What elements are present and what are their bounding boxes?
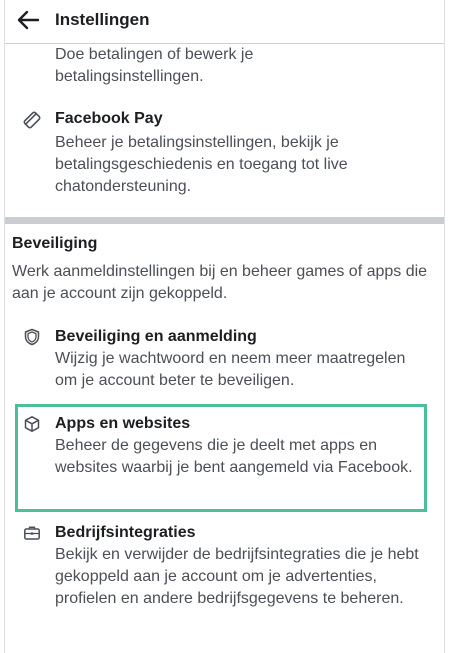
- facebook-pay-title: Facebook Pay: [55, 110, 163, 127]
- security-section-title: Beveiliging: [12, 235, 98, 252]
- security-section-description: Werk aanmeldinstellingen bij en beheer g…: [12, 263, 428, 302]
- security-login-description: Wijzig je wachtwoord en neem meer maatre…: [55, 350, 406, 389]
- security-login-item[interactable]: Beveiliging en aanmelding Wijzig je wach…: [5, 326, 444, 394]
- payments-description: Doe betalingen of bewerk je betalingsins…: [55, 46, 254, 85]
- briefcase-icon: [22, 523, 42, 543]
- header-bar: Instellingen: [5, 0, 444, 44]
- cube-icon: [22, 414, 42, 434]
- business-integrations-description: Bekijk en verwijder de bedrijfsintegrati…: [55, 546, 419, 607]
- section-divider: [5, 217, 444, 224]
- facebook-pay-item[interactable]: Facebook Pay Beheer je betalingsinstelli…: [5, 108, 444, 198]
- back-button[interactable]: [15, 9, 41, 31]
- page-title: Instellingen: [55, 10, 150, 29]
- settings-panel: Instellingen Doe betalingen of bewerk je…: [4, 0, 445, 653]
- arrow-left-icon: [17, 10, 40, 30]
- apps-websites-description: Beheer de gegevens die je deelt met apps…: [55, 437, 413, 476]
- business-integrations-title: Bedrijfsintegraties: [55, 524, 196, 541]
- apps-websites-item[interactable]: Apps en websites Beheer de gegevens die …: [5, 413, 444, 503]
- facebook-pay-description: Beheer je betalingsinstellingen, bekijk …: [55, 134, 348, 195]
- credit-card-icon: [22, 110, 42, 130]
- security-login-title: Beveiliging en aanmelding: [55, 328, 257, 345]
- business-integrations-item[interactable]: Bedrijfsintegraties Bekijk en verwijder …: [5, 522, 444, 634]
- shield-icon: [22, 327, 42, 347]
- apps-websites-title: Apps en websites: [55, 415, 191, 432]
